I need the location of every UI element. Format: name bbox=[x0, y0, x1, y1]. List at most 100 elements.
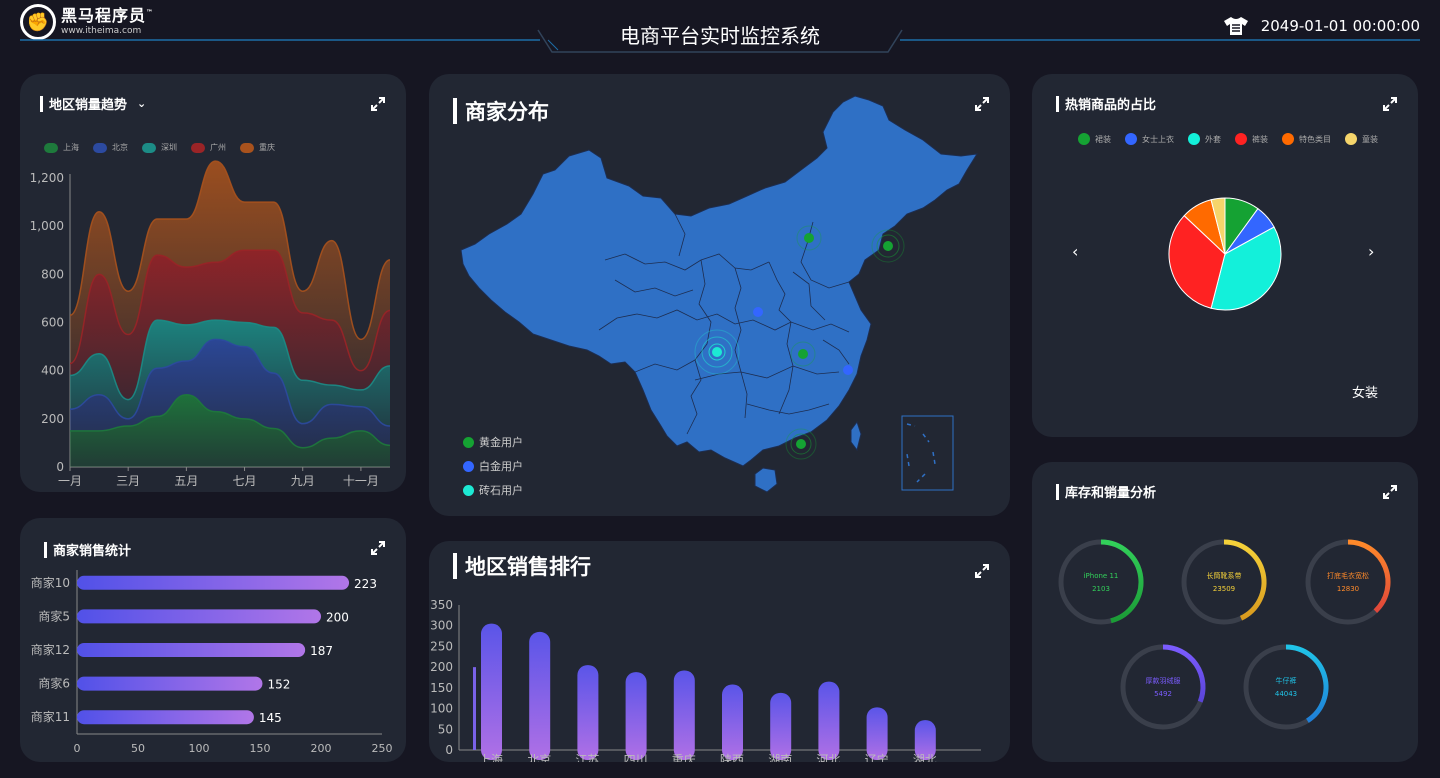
y-tick-label: 1,200 bbox=[30, 171, 64, 185]
x-tick-label: 河北 bbox=[816, 753, 840, 762]
legend-item[interactable]: 白金用户 bbox=[463, 458, 523, 474]
stock-gauges: iPhone 11 2103 长筒靴系带 23509 打底毛衣宽松 12830 厚款羽绒服 5… bbox=[1058, 539, 1391, 730]
legend-swatch bbox=[463, 436, 474, 448]
gauge-value: 23509 bbox=[1213, 585, 1235, 593]
datetime: 2049-01-01 00:00:00 bbox=[1260, 17, 1420, 35]
map-legend: 黄金用户白金用户砖石用户 bbox=[463, 434, 523, 506]
legend-swatch bbox=[463, 460, 474, 472]
bar-label: 223 bbox=[354, 577, 377, 591]
x-tick-label: 湖北 bbox=[913, 752, 937, 762]
bar bbox=[673, 670, 695, 760]
rank-panel: 地区销售排行 0 50 100 150 200 250 300 350 上海 北京 江苏 四川 重庆 陕西… bbox=[429, 541, 1010, 762]
x-tick-label: 上海 bbox=[479, 752, 503, 762]
map-point-gold[interactable] bbox=[871, 229, 905, 263]
bar bbox=[625, 672, 647, 760]
bar bbox=[770, 692, 792, 760]
bar-label: 145 bbox=[259, 711, 282, 725]
map-point-diamond[interactable] bbox=[694, 329, 740, 375]
bar-label: 152 bbox=[267, 678, 290, 692]
legend-swatch bbox=[463, 484, 474, 496]
y-tick-label: 100 bbox=[430, 702, 453, 716]
x-tick-label: 50 bbox=[131, 742, 145, 755]
x-tick-label: 100 bbox=[189, 742, 210, 755]
y-tick-label: 商家10 bbox=[31, 575, 70, 590]
bar bbox=[77, 676, 263, 691]
bar bbox=[77, 609, 321, 624]
trend-panel: 地区销量趋势 ⌄ 上海 北京 深圳 广州 重庆 0 200 400 600 800 1,000 1,… bbox=[20, 74, 406, 492]
map-point-platinum[interactable] bbox=[843, 365, 853, 375]
gauge-name: 厚款羽绒服 bbox=[1146, 676, 1181, 685]
x-tick-label: 江苏 bbox=[575, 753, 599, 762]
y-tick-label: 商家11 bbox=[31, 709, 70, 724]
y-tick-label: 250 bbox=[430, 639, 453, 653]
map-panel: 商家分布 黄金用户 白金用户 砖石用户 bbox=[429, 74, 1010, 516]
seller-chart: 0 50 100 150 200 250 商家10 223 商家5 200 商家12 187 商家6 15… bbox=[31, 570, 393, 755]
gauge-value: 12830 bbox=[1337, 585, 1359, 593]
gauge-name: 牛仔裤 bbox=[1276, 676, 1297, 685]
stock-panel: 库存和销量分析 iPhone 11 2103 长筒靴系带 23509 打底毛衣宽松 128… bbox=[1032, 462, 1418, 762]
gauge-value: 2103 bbox=[1092, 585, 1110, 593]
x-tick-label: 150 bbox=[250, 742, 271, 755]
x-tick-label: 五月 bbox=[174, 474, 198, 488]
clock: 2049-01-01 00:00:00 bbox=[1223, 16, 1420, 36]
x-tick-label: 湖南 bbox=[768, 752, 792, 762]
y-tick-label: 0 bbox=[445, 743, 453, 757]
x-tick-label: 250 bbox=[372, 742, 393, 755]
bar bbox=[577, 665, 599, 760]
bar bbox=[529, 631, 551, 760]
x-tick-label: 辽宁 bbox=[865, 752, 889, 762]
y-tick-label: 800 bbox=[41, 267, 64, 281]
gauge-name: 打底毛衣宽松 bbox=[1327, 571, 1369, 580]
y-tick-label: 350 bbox=[430, 598, 453, 612]
bar bbox=[77, 710, 254, 725]
legend-label: 黄金用户 bbox=[479, 436, 523, 449]
y-tick-label: 0 bbox=[56, 460, 64, 474]
page-title: 电商平台实时监控系统 bbox=[620, 24, 820, 48]
x-tick-label: 陕西 bbox=[720, 752, 744, 762]
bar bbox=[77, 575, 350, 590]
y-tick-label: 商家6 bbox=[38, 676, 70, 691]
y-tick-label: 1,000 bbox=[30, 219, 64, 233]
x-tick-label: 七月 bbox=[233, 474, 257, 488]
gauge-value: 44043 bbox=[1275, 690, 1297, 698]
bar bbox=[722, 684, 743, 760]
x-tick-label: 四川 bbox=[624, 753, 648, 762]
y-tick-label: 商家5 bbox=[38, 608, 70, 623]
bar bbox=[481, 623, 502, 760]
map-point-gold[interactable] bbox=[785, 428, 817, 460]
legend-item[interactable]: 砖石用户 bbox=[463, 482, 523, 498]
x-tick-label: 三月 bbox=[116, 474, 140, 488]
hot-panel: 热销商品的占比 裙装 女士上衣 外套 裤装 特色类目 童装 ‹ › 女装 bbox=[1032, 74, 1418, 437]
y-tick-label: 300 bbox=[430, 619, 453, 633]
gauge-arc bbox=[1100, 539, 1144, 624]
tshirt-icon[interactable] bbox=[1223, 16, 1249, 36]
south-china-sea-inset bbox=[901, 415, 954, 491]
y-tick-label: 200 bbox=[430, 660, 453, 674]
y-tick-label: 600 bbox=[41, 316, 64, 330]
x-tick-label: 0 bbox=[74, 742, 81, 755]
y-tick-label: 50 bbox=[438, 722, 453, 736]
legend-label: 白金用户 bbox=[479, 460, 523, 473]
x-tick-label: 200 bbox=[311, 742, 332, 755]
y-tick-label: 150 bbox=[430, 681, 453, 695]
x-tick-label: 十一月 bbox=[343, 474, 379, 488]
gauge-value: 5492 bbox=[1154, 690, 1172, 698]
x-tick-label: 九月 bbox=[291, 474, 315, 488]
x-tick-label: 一月 bbox=[58, 474, 82, 488]
x-tick-label: 北京 bbox=[527, 753, 551, 762]
trend-chart: 0 200 400 600 800 1,000 1,200 一月 三月 五月 七月 九月 十一月 bbox=[30, 160, 391, 488]
top-header: ✊ 黑马程序员™ www.itheima.com 电商平台实时监控系统 2049… bbox=[0, 0, 1440, 64]
bar bbox=[818, 681, 840, 760]
y-tick-label: 商家12 bbox=[31, 642, 70, 657]
legend-label: 砖石用户 bbox=[479, 484, 523, 497]
china-map-shape[interactable] bbox=[460, 95, 978, 467]
y-tick-label: 400 bbox=[41, 364, 64, 378]
gauge-name: 长筒靴系带 bbox=[1207, 571, 1242, 580]
bar bbox=[77, 643, 306, 657]
map-point-platinum[interactable] bbox=[753, 307, 763, 317]
legend-item[interactable]: 黄金用户 bbox=[463, 434, 523, 450]
rank-chart: 0 50 100 150 200 250 300 350 上海 北京 江苏 四川 重庆 陕西 湖南 河北 辽宁 湖… bbox=[430, 598, 981, 762]
category-label[interactable]: 女装 bbox=[1352, 382, 1378, 401]
gauge-arc bbox=[1223, 539, 1267, 621]
gauge-name: iPhone 11 bbox=[1084, 572, 1119, 580]
